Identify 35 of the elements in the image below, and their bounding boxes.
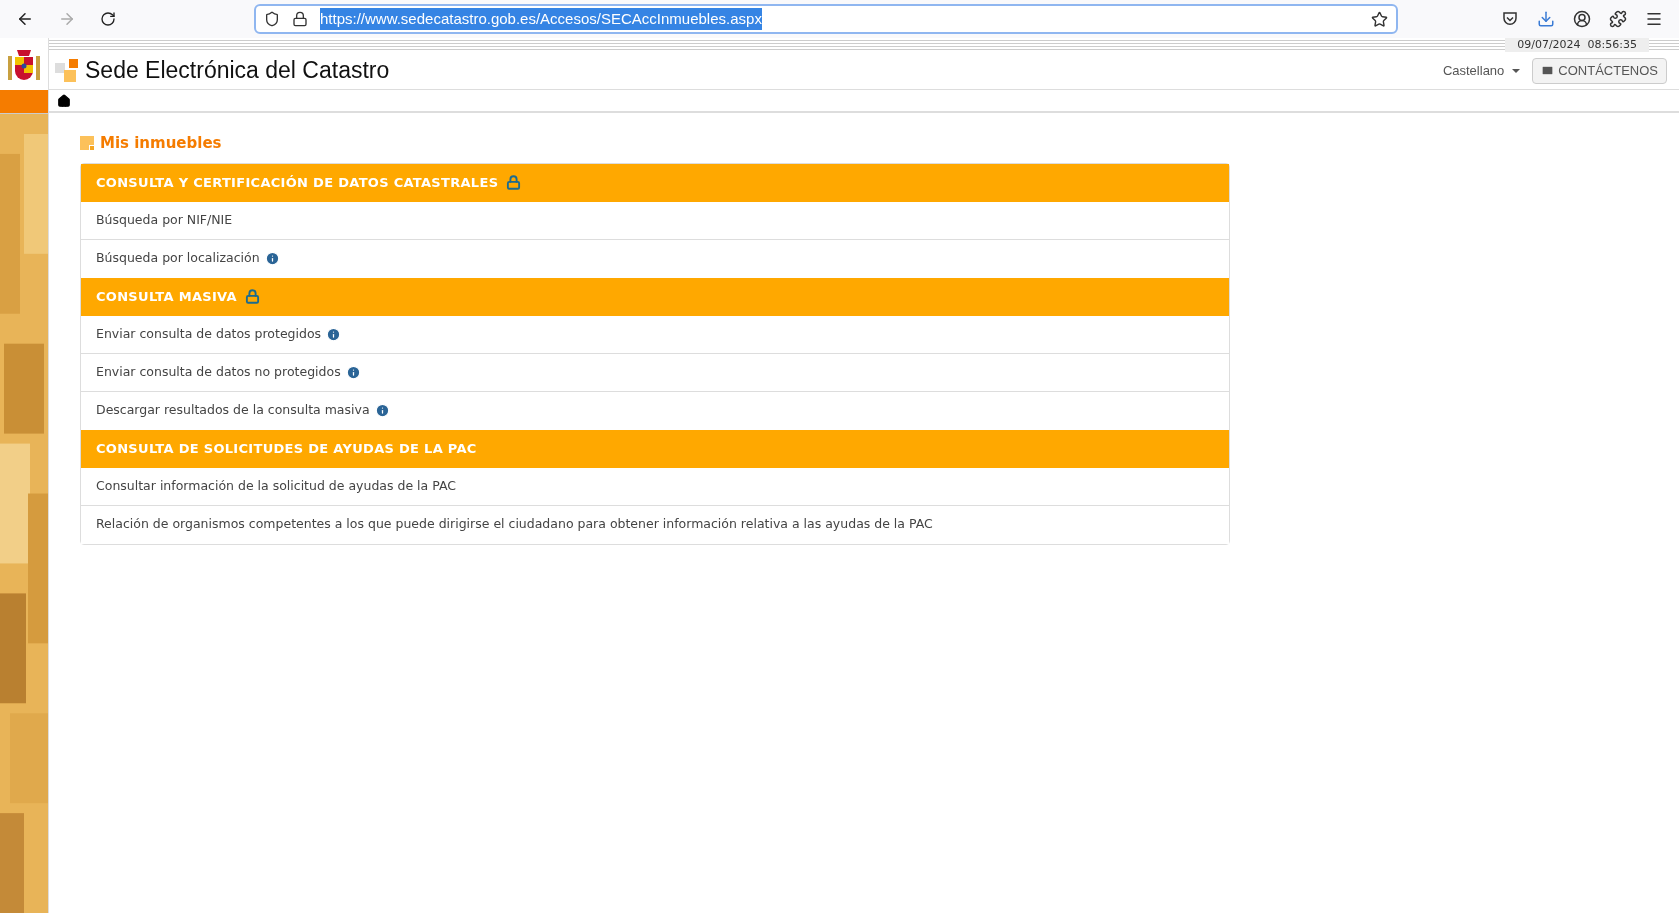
- download-icon[interactable]: [1537, 10, 1555, 28]
- menu-link[interactable]: Búsqueda por NIF/NIE: [96, 210, 233, 230]
- language-selector[interactable]: Castellano: [1442, 60, 1521, 81]
- menu-link[interactable]: Búsqueda por localización: [96, 249, 260, 268]
- home-icon[interactable]: [57, 93, 71, 108]
- menu-icon[interactable]: [1645, 10, 1663, 28]
- catastro-logo-icon: [55, 58, 79, 83]
- info-icon[interactable]: [374, 403, 390, 418]
- menu-link[interactable]: Enviar consulta de datos protegidos: [96, 324, 322, 344]
- section-title: CONSULTA DE SOLICITUDES DE AYUDAS DE LA PAC: [96, 439, 477, 458]
- site-title: Sede Electrónica del Catastro: [85, 56, 390, 86]
- info-icon[interactable]: [345, 364, 361, 380]
- menu-link[interactable]: Enviar consulta de datos no protegidos: [96, 362, 341, 382]
- section-square-icon: [80, 136, 94, 151]
- date-time: 09/07/2024 08:56:35: [1505, 38, 1649, 52]
- address-bar[interactable]: https://www.sedecatastro.gob.es/Accesos/SECAccInmuebles.aspx: [254, 4, 1398, 34]
- bookmark-star-icon[interactable]: [1371, 10, 1388, 28]
- lock-icon: [292, 11, 308, 27]
- info-icon[interactable]: [264, 251, 280, 266]
- menu-link[interactable]: Consultar información de la solicitud de ayudas de la PAC: [96, 476, 457, 496]
- pocket-icon[interactable]: [1501, 10, 1519, 28]
- menu-link[interactable]: Relación de organismos competentes a los que puede dirigirse el ciudadano para obtener información relativa a las ayudas de la PAC: [96, 515, 933, 534]
- contact-button[interactable]: CONTÁCTENOS: [1532, 57, 1667, 84]
- section-title: CONSULTA MASIVA: [96, 287, 237, 306]
- extensions-icon[interactable]: [1609, 10, 1627, 28]
- shield-icon: [264, 11, 280, 27]
- url-text: https://www.sedecatastro.gob.es/Accesos/SECAccInmuebles.aspx: [320, 7, 762, 31]
- info-icon[interactable]: [326, 326, 342, 342]
- menu-link[interactable]: Descargar resultados de la consulta masiva: [96, 401, 370, 420]
- reload-icon: [100, 11, 116, 27]
- forward-arrow-icon: [58, 10, 76, 28]
- account-icon[interactable]: [1573, 10, 1591, 28]
- section-title: CONSULTA Y CERTIFICACIÓN DE DATOS CATASTRALES: [96, 173, 499, 192]
- accent-bar: [0, 90, 48, 113]
- page-title: Mis inmuebles: [100, 133, 222, 154]
